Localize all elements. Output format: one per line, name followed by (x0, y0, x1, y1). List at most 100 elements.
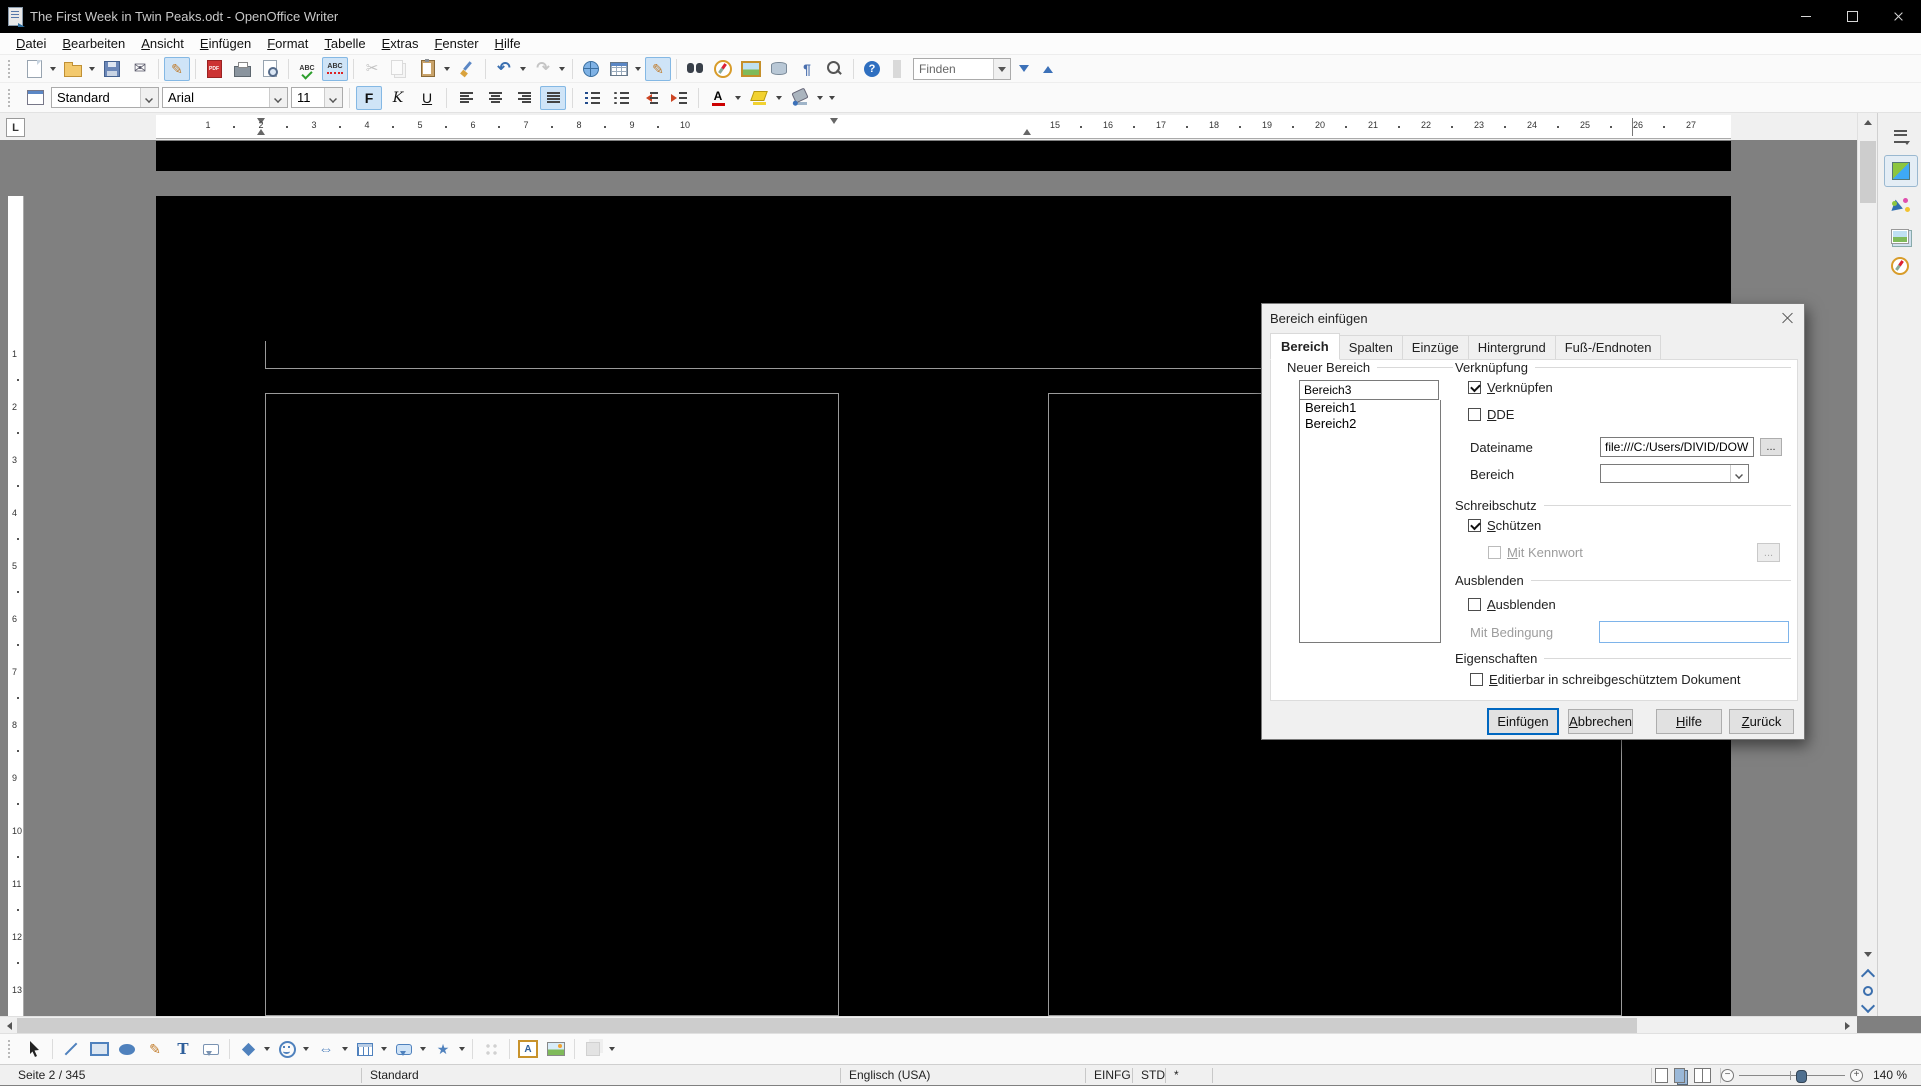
insert-picture-icon[interactable] (543, 1037, 569, 1061)
gallery-deck-icon[interactable] (1884, 221, 1916, 251)
new-document-icon[interactable] (21, 57, 47, 81)
text-box-icon[interactable]: T (170, 1037, 196, 1061)
ausblenden-checkbox[interactable] (1468, 598, 1481, 611)
chevron-down-icon[interactable] (324, 88, 342, 107)
ausblenden-label[interactable]: Ausblenden (1487, 597, 1556, 612)
column-indent-marker[interactable] (830, 118, 838, 128)
font-size-combo[interactable]: 11 (291, 87, 343, 108)
zoom-in-icon[interactable]: + (1850, 1069, 1863, 1082)
horizontal-scroll-thumb[interactable] (17, 1018, 1637, 1033)
paragraph-style-combo[interactable]: Standard (51, 87, 159, 108)
abbrechen-button[interactable]: Abbrechen (1568, 709, 1633, 734)
maximize-button[interactable] (1829, 0, 1875, 33)
tab-bereich[interactable]: Bereich (1270, 333, 1340, 360)
vertical-scrollbar[interactable] (1857, 113, 1878, 1016)
page-style-field[interactable]: Standard (362, 1068, 840, 1082)
schuetzen-checkbox[interactable] (1468, 519, 1481, 532)
flowchart-dropdown[interactable] (380, 1038, 389, 1060)
menu-extras[interactable]: Extras (374, 34, 427, 53)
bullet-list-icon[interactable] (608, 86, 634, 110)
scroll-down-icon[interactable] (1858, 947, 1878, 964)
undo-dropdown[interactable] (519, 58, 528, 80)
basic-shapes-icon[interactable] (235, 1037, 261, 1061)
new-document-dropdown[interactable] (49, 58, 58, 80)
redo-dropdown[interactable] (558, 58, 567, 80)
email-icon[interactable]: ✉ (127, 57, 153, 81)
highlighting-icon[interactable] (746, 86, 772, 110)
menu-bearbeiten[interactable]: Bearbeiten (54, 34, 133, 53)
dde-label[interactable]: DDE (1487, 407, 1514, 422)
clone-formatting-icon[interactable] (454, 57, 480, 81)
list-item[interactable]: Bereich2 (1300, 416, 1440, 432)
underline-icon[interactable]: U (414, 86, 440, 110)
right-indent-marker[interactable] (1023, 125, 1031, 135)
page-number-field[interactable]: Seite 2 / 345 (0, 1068, 361, 1082)
select-icon[interactable] (21, 1037, 47, 1061)
find-toolbar-input[interactable]: Finden (913, 58, 1011, 80)
autospellcheck-icon[interactable]: ABC (322, 57, 348, 81)
insert-table-dropdown[interactable] (634, 58, 643, 80)
list-item[interactable]: Bereich1 (1300, 400, 1440, 416)
flowchart-icon[interactable] (352, 1037, 378, 1061)
properties-deck-icon[interactable] (1884, 155, 1918, 187)
zoom-out-icon[interactable]: − (1721, 1069, 1734, 1082)
freeform-line-icon[interactable]: ✎ (142, 1037, 168, 1061)
print-icon[interactable] (229, 57, 255, 81)
menu-format[interactable]: Format (259, 34, 316, 53)
chevron-down-icon[interactable] (269, 88, 287, 107)
align-left-icon[interactable] (453, 86, 479, 110)
zurueck-button[interactable]: Zurück (1729, 709, 1794, 734)
navigator-icon[interactable] (710, 57, 736, 81)
zoom-track[interactable] (1739, 1075, 1845, 1076)
open-dropdown[interactable] (88, 58, 97, 80)
section-name-input[interactable] (1299, 380, 1439, 400)
zoom-slider[interactable]: − + (1721, 1065, 1863, 1086)
undo-icon[interactable]: ↶ (491, 57, 517, 81)
schuetzen-label[interactable]: Schützen (1487, 518, 1541, 533)
align-center-icon[interactable] (482, 86, 508, 110)
dateiname-input[interactable] (1600, 437, 1754, 457)
menu-datei[interactable]: Datei (8, 34, 54, 53)
tab-stop-selector[interactable]: L (6, 118, 25, 137)
hilfe-button[interactable]: Hilfe (1656, 709, 1722, 734)
styles-window-icon[interactable] (22, 86, 48, 110)
menu-tabelle[interactable]: Tabelle (316, 34, 373, 53)
menu-hilfe[interactable]: Hilfe (487, 34, 529, 53)
callouts-dropdown[interactable] (419, 1038, 428, 1060)
save-icon[interactable] (99, 57, 125, 81)
basic-shapes-dropdown[interactable] (263, 1038, 272, 1060)
ellipse-icon[interactable] (114, 1037, 140, 1061)
help-icon[interactable]: ? (859, 57, 885, 81)
gallery-icon[interactable] (738, 57, 764, 81)
insert-line-icon[interactable] (58, 1037, 84, 1061)
menu-ansicht[interactable]: Ansicht (133, 34, 192, 53)
insert-mode-field[interactable]: EINFG (1086, 1068, 1132, 1082)
insert-table-icon[interactable] (606, 57, 632, 81)
zoom-level-field[interactable]: 140 % (1863, 1068, 1915, 1082)
edit-file-icon[interactable]: ✎ (164, 57, 190, 81)
menu-einfuegen[interactable]: Einfügen (192, 34, 259, 53)
fontwork-icon[interactable]: A (515, 1037, 541, 1061)
book-view-icon[interactable] (1694, 1068, 1711, 1083)
numbered-list-icon[interactable] (579, 86, 605, 110)
editierbar-checkbox[interactable] (1470, 673, 1483, 686)
align-justify-icon[interactable] (540, 86, 566, 110)
menu-fenster[interactable]: Fenster (426, 34, 486, 53)
mit-bedingung-input[interactable] (1599, 621, 1789, 643)
find-previous-icon[interactable] (1037, 58, 1059, 80)
italic-icon[interactable]: K (385, 86, 411, 110)
dialog-title-bar[interactable]: Bereich einfügen (1262, 304, 1804, 332)
font-color-dropdown[interactable] (734, 87, 743, 109)
tab-einzuege[interactable]: Einzüge (1402, 335, 1469, 360)
formatting-marks-icon[interactable]: ¶ (794, 57, 820, 81)
font-name-combo[interactable]: Arial (162, 87, 288, 108)
vertical-ruler[interactable]: 12345678910111213 (6, 140, 24, 1016)
styles-deck-icon[interactable] (1884, 191, 1916, 221)
spellcheck-icon[interactable]: ABC (294, 57, 320, 81)
zoom-icon[interactable] (822, 57, 848, 81)
hyperlink-icon[interactable] (578, 57, 604, 81)
stars-dropdown[interactable] (458, 1038, 467, 1060)
chevron-down-icon[interactable] (140, 88, 158, 107)
drawbar-overflow-dropdown[interactable] (608, 1038, 617, 1060)
browse-button[interactable]: ... (1760, 438, 1782, 456)
